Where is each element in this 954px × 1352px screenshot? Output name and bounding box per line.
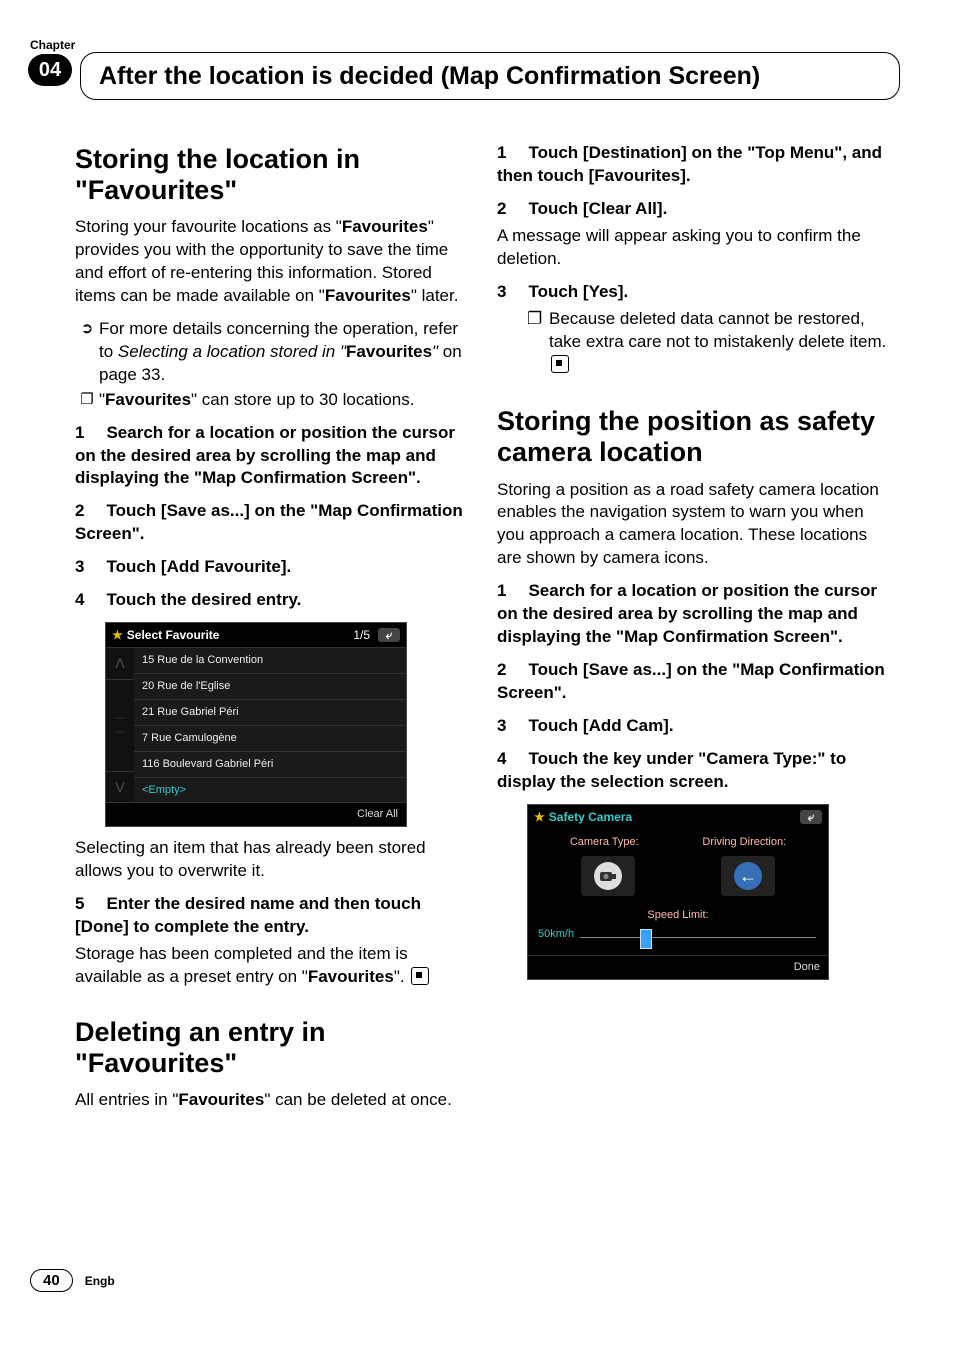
sstep-1-text: Search for a location or position the cu… bbox=[497, 581, 877, 646]
step-5-text: Enter the desired name and then touch [D… bbox=[75, 894, 421, 936]
sstep-2-text: Touch [Save as...] on the "Map Confirmat… bbox=[497, 660, 885, 702]
back-icon[interactable]: ⤶ bbox=[378, 628, 400, 642]
note-text: Because deleted data cannot be restored,… bbox=[549, 309, 886, 351]
sstep-4: 4 Touch the key under "Camera Type:" to … bbox=[497, 748, 887, 794]
left-column: Storing the location in "Favourites" Sto… bbox=[75, 138, 465, 1122]
speed-limit-label: Speed Limit: bbox=[538, 908, 818, 923]
step-5: 5 Enter the desired name and then touch … bbox=[75, 893, 465, 939]
driving-direction-button[interactable]: ← bbox=[721, 856, 775, 896]
star-icon: ★ bbox=[112, 627, 123, 643]
rstep-2-text: Touch [Clear All]. bbox=[528, 199, 667, 218]
driving-direction-label: Driving Direction: bbox=[702, 835, 786, 850]
step-2: 2 Touch [Save as...] on the "Map Confirm… bbox=[75, 500, 465, 546]
favourites-bold: Favourites bbox=[308, 967, 394, 986]
heading-storing-favourites: Storing the location in "Favourites" bbox=[75, 144, 465, 206]
text: All entries in " bbox=[75, 1090, 178, 1109]
list-item-empty[interactable]: <Empty> bbox=[134, 777, 406, 803]
right-column: 1 Touch [Destination] on the "Top Menu",… bbox=[497, 138, 887, 1122]
done-button[interactable]: Done bbox=[528, 955, 828, 979]
speed-slider[interactable] bbox=[580, 929, 816, 947]
text: Storing your favourite locations as " bbox=[75, 217, 342, 236]
step-2-text: Touch [Save as...] on the "Map Confirmat… bbox=[75, 501, 463, 543]
sstep-1: 1 Search for a location or position the … bbox=[497, 580, 887, 649]
step-3-text: Touch [Add Favourite]. bbox=[106, 557, 291, 576]
sstep-2: 2 Touch [Save as...] on the "Map Confirm… bbox=[497, 659, 887, 705]
sc-title: Safety Camera bbox=[549, 809, 632, 825]
chapter-label: Chapter bbox=[30, 38, 75, 52]
heading-deleting-favourites: Deleting an entry in "Favourites" bbox=[75, 1017, 465, 1079]
square-icon: ❐ bbox=[527, 308, 549, 377]
rstep-3-text: Touch [Yes]. bbox=[528, 282, 628, 301]
star-icon: ★ bbox=[534, 809, 545, 825]
camera-type-button[interactable] bbox=[581, 856, 635, 896]
list-item[interactable]: 116 Boulevard Gabriel Péri bbox=[134, 751, 406, 777]
step-4: 4 Touch the desired entry. bbox=[75, 589, 465, 612]
rstep-2-body: A message will appear asking you to conf… bbox=[497, 225, 887, 271]
list-item[interactable]: 21 Rue Gabriel Péri bbox=[134, 699, 406, 725]
scroll-up-icon[interactable]: ⋀ bbox=[106, 647, 134, 678]
deleting-intro: All entries in "Favourites" can be delet… bbox=[75, 1089, 465, 1112]
scroll-track[interactable]: —— bbox=[106, 679, 134, 771]
clear-all-button[interactable]: Clear All bbox=[106, 802, 406, 826]
sf-page-indicator: 1/5 bbox=[353, 627, 370, 643]
camera-icon bbox=[594, 862, 622, 890]
end-section-icon bbox=[551, 355, 569, 373]
chapter-number-badge: 04 bbox=[28, 54, 72, 86]
step-1-text: Search for a location or position the cu… bbox=[75, 423, 455, 488]
favourites-bold: Favourites bbox=[178, 1090, 264, 1109]
favourites-bold: Favourites bbox=[325, 286, 411, 305]
bullet-more-details: ➲ For more details concerning the operat… bbox=[75, 318, 465, 387]
sc-header: ★ Safety Camera ⤶ bbox=[528, 805, 828, 829]
arrow-icon: ➲ bbox=[75, 318, 99, 339]
figure-select-favourite: ★ Select Favourite 1/5 ⤶ ⋀ —— ⋁ 15 Rue d… bbox=[105, 622, 407, 827]
storing-intro: Storing your favourite locations as "Fav… bbox=[75, 216, 465, 308]
text: " can be deleted at once. bbox=[264, 1090, 452, 1109]
step-3: 3 Touch [Add Favourite]. bbox=[75, 556, 465, 579]
sf-list: 15 Rue de la Convention 20 Rue de l'Egli… bbox=[134, 647, 406, 802]
rstep-1: 1 Touch [Destination] on the "Top Menu",… bbox=[497, 142, 887, 188]
camera-type-label: Camera Type: bbox=[570, 835, 639, 850]
sf-title: Select Favourite bbox=[127, 627, 220, 643]
text: " can store up to 30 locations. bbox=[191, 390, 414, 409]
sstep-4-text: Touch the key under "Camera Type:" to di… bbox=[497, 749, 846, 791]
favourites-bold: Favourites bbox=[342, 217, 428, 236]
back-icon[interactable]: ⤶ bbox=[800, 810, 822, 824]
end-section-icon bbox=[411, 967, 429, 985]
list-item[interactable]: 15 Rue de la Convention bbox=[134, 647, 406, 673]
ref-italic: Selecting a location stored in bbox=[118, 342, 340, 361]
sf-scrollbar[interactable]: ⋀ —— ⋁ bbox=[106, 647, 134, 802]
heading-safety-camera: Storing the position as safety camera lo… bbox=[497, 406, 887, 468]
page-number-badge: 40 bbox=[30, 1269, 73, 1292]
step-5-body: Storage has been completed and the item … bbox=[75, 943, 465, 989]
safety-intro: Storing a position as a road safety came… bbox=[497, 479, 887, 571]
page-footer: 40 Engb bbox=[30, 1269, 115, 1292]
favourites-bold: Favourites bbox=[346, 342, 432, 361]
list-item[interactable]: 7 Rue Camulogène bbox=[134, 725, 406, 751]
chapter-title: After the location is decided (Map Confi… bbox=[99, 61, 881, 91]
step-1: 1 Search for a location or position the … bbox=[75, 422, 465, 491]
square-icon: ❐ bbox=[75, 389, 99, 410]
region-label: Engb bbox=[85, 1274, 115, 1288]
rstep-2: 2 Touch [Clear All]. bbox=[497, 198, 887, 221]
rstep-3: 3 Touch [Yes]. bbox=[497, 281, 887, 304]
speed-value: 50km/h bbox=[538, 927, 574, 942]
overwrite-note: Selecting an item that has already been … bbox=[75, 837, 465, 883]
favourites-bold: Favourites bbox=[105, 390, 191, 409]
text: ". bbox=[394, 967, 405, 986]
scroll-down-icon[interactable]: ⋁ bbox=[106, 771, 134, 802]
rstep-1-text: Touch [Destination] on the "Top Menu", a… bbox=[497, 143, 882, 185]
sstep-3: 3 Touch [Add Cam]. bbox=[497, 715, 887, 738]
step-4-text: Touch the desired entry. bbox=[106, 590, 301, 609]
list-item[interactable]: 20 Rue de l'Eglise bbox=[134, 673, 406, 699]
sf-header: ★ Select Favourite 1/5 ⤶ bbox=[106, 623, 406, 647]
text: " later. bbox=[411, 286, 459, 305]
arrow-left-icon: ← bbox=[734, 862, 762, 890]
rstep-3-note: ❐ Because deleted data cannot be restore… bbox=[527, 308, 887, 377]
sstep-3-text: Touch [Add Cam]. bbox=[528, 716, 673, 735]
slider-knob[interactable] bbox=[640, 929, 652, 949]
figure-safety-camera: ★ Safety Camera ⤶ Camera Type: Driving D… bbox=[527, 804, 829, 980]
chapter-title-frame: After the location is decided (Map Confi… bbox=[80, 52, 900, 100]
bullet-limit: ❐ "Favourites" can store up to 30 locati… bbox=[75, 389, 465, 412]
